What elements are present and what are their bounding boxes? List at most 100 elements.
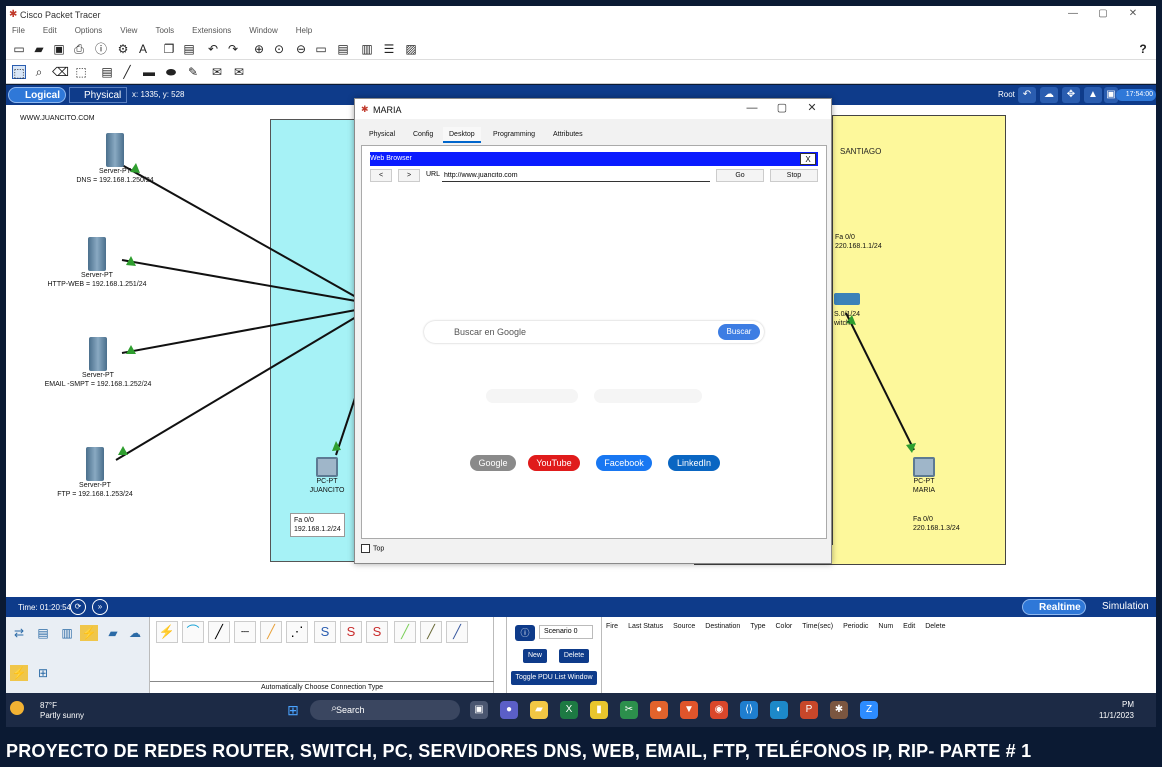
stop-button[interactable]: Stop	[770, 169, 818, 182]
move-icon[interactable]: ✥	[1062, 87, 1080, 103]
realtime-mode-button[interactable]: Realtime	[1022, 599, 1086, 615]
go-button[interactable]: Go	[716, 169, 764, 182]
connections-icon[interactable]: ⚡	[80, 625, 98, 641]
zoom-in-icon[interactable]: ⊕	[252, 42, 266, 56]
snipping-icon[interactable]: ✂	[620, 701, 638, 719]
server-ftp[interactable]: Server-PT FTP = 192.168.1.253/24	[40, 447, 150, 499]
tab-physical[interactable]: Physical	[363, 127, 401, 143]
tab-programming[interactable]: Programming	[487, 127, 541, 143]
google-link-button[interactable]: Google	[470, 455, 516, 471]
draw-rectangle-icon[interactable]: ▬	[142, 65, 156, 79]
activity-wizard-icon[interactable]: A	[136, 42, 150, 56]
auto-connection-icon[interactable]: ⚡	[156, 621, 178, 643]
minimize-icon[interactable]: —	[737, 102, 767, 114]
drawing-palette-icon[interactable]: ▭	[314, 42, 328, 56]
zoom-reset-icon[interactable]: ⊙	[272, 42, 286, 56]
coaxial-icon[interactable]: S	[314, 621, 336, 643]
iot-custom-cable-icon[interactable]: ╱	[420, 621, 442, 643]
menu-edit[interactable]: Edit	[43, 26, 57, 35]
inspect-icon[interactable]: ▥	[360, 42, 374, 56]
connection-subtype-icon[interactable]: ⚡	[10, 665, 28, 681]
simulation-mode-button[interactable]: Simulation	[1088, 599, 1154, 615]
freeform-icon[interactable]: ✎	[186, 65, 200, 79]
cluster-icon[interactable]: ☁	[1040, 87, 1058, 103]
select-icon[interactable]: ⬚	[12, 65, 26, 80]
misc-icon[interactable]: ▰	[104, 625, 122, 641]
physical-tab[interactable]: Physical	[69, 87, 127, 103]
web-browser-close-button[interactable]: X	[800, 153, 816, 165]
vscode-icon[interactable]: ⟨⟩	[740, 701, 758, 719]
grid-icon[interactable]: ⊞	[34, 665, 52, 681]
switch-icon[interactable]	[834, 293, 860, 305]
back-icon[interactable]: ↶	[1018, 87, 1036, 103]
menu-tools[interactable]: Tools	[155, 26, 174, 35]
console-cable-icon[interactable]: ⌒	[182, 621, 204, 643]
new-scenario-button[interactable]: New	[523, 649, 547, 663]
teams-icon[interactable]: ●	[500, 701, 518, 719]
menu-file[interactable]: File	[12, 26, 25, 35]
phone-cable-icon[interactable]: ⋰	[286, 621, 308, 643]
straight-through-icon[interactable]: ╱	[208, 621, 230, 643]
simple-pdu-icon[interactable]: ✉	[210, 65, 224, 79]
background-icon[interactable]: ▲	[1084, 87, 1102, 103]
firefox-icon[interactable]: ●	[650, 701, 668, 719]
powerpoint-icon[interactable]: P	[800, 701, 818, 719]
sticky-notes-icon[interactable]: ▮	[590, 701, 608, 719]
maximize-icon[interactable]: ▢	[767, 101, 797, 114]
inspect-magnifier-icon[interactable]: ⌕	[32, 65, 46, 79]
save-icon[interactable]: ▣	[52, 42, 66, 56]
packet-tracer-taskbar-icon[interactable]: ✱	[830, 701, 848, 719]
youtube-link-button[interactable]: YouTube	[528, 455, 580, 471]
weather-icon[interactable]	[10, 701, 24, 715]
complex-pdu-icon[interactable]: ✉	[232, 65, 246, 79]
forward-button[interactable]: >	[398, 169, 420, 182]
screenshot-icon[interactable]: ▨	[404, 42, 418, 56]
new-file-icon[interactable]: ▭	[12, 42, 26, 56]
menu-extensions[interactable]: Extensions	[192, 26, 231, 35]
paste-icon[interactable]: ▤	[182, 42, 196, 56]
menu-help[interactable]: Help	[296, 26, 312, 35]
serial-dce-icon[interactable]: S	[340, 621, 362, 643]
linkedin-link-button[interactable]: LinkedIn	[668, 455, 720, 471]
edge-icon[interactable]: ◐	[770, 701, 788, 719]
logical-tab[interactable]: Logical	[8, 87, 66, 103]
task-view-icon[interactable]: ▣	[470, 701, 488, 719]
multiuser-icon[interactable]: ☁	[126, 625, 144, 641]
network-devices-icon[interactable]: ⇄	[10, 625, 28, 641]
zoom-out-icon[interactable]: ⊖	[294, 42, 308, 56]
minimize-icon[interactable]: —	[1058, 8, 1088, 19]
server-dns[interactable]: Server-PT DNS = 192.168.1.250/24	[60, 133, 170, 185]
close-icon[interactable]: ✕	[797, 101, 827, 114]
facebook-link-button[interactable]: Facebook	[596, 455, 652, 471]
info-icon[interactable]: ⓘ	[94, 42, 108, 56]
juancito-ip-note[interactable]: Fa 0/0 192.168.1.2/24	[290, 513, 345, 537]
custom-device-icon[interactable]: ▤	[336, 42, 350, 56]
file-explorer-icon[interactable]: ▰	[530, 701, 548, 719]
serial-dte-icon[interactable]: S	[366, 621, 388, 643]
usb-cable-icon[interactable]: ╱	[446, 621, 468, 643]
info-icon[interactable]: ⓘ	[515, 625, 535, 641]
weather-widget[interactable]: 87°F Partly sunny	[40, 701, 84, 721]
windows-start-icon[interactable]: ⊞	[284, 701, 302, 719]
pc-maria[interactable]: PC-PT MARIA	[902, 457, 946, 495]
tab-config[interactable]: Config	[407, 127, 439, 143]
menu-options[interactable]: Options	[75, 26, 103, 35]
server-email[interactable]: Server-PT EMAIL -SMPT = 192.168.1.252/24	[36, 337, 160, 389]
top-checkbox-row[interactable]: Top	[361, 544, 384, 553]
draw-ellipse-icon[interactable]: ⬬	[164, 65, 178, 79]
crossover-icon[interactable]: ┈	[234, 621, 256, 643]
close-icon[interactable]: ✕	[1118, 8, 1148, 19]
scenario-select[interactable]: Scenario 0	[539, 625, 593, 639]
undo-icon[interactable]: ↶	[206, 42, 220, 56]
menu-view[interactable]: View	[120, 26, 137, 35]
redo-icon[interactable]: ↷	[226, 42, 240, 56]
router-ip-note[interactable]: Fa 0/0 220.168.1.1/24	[832, 231, 885, 253]
chrome-icon[interactable]: ◉	[710, 701, 728, 719]
delete-icon[interactable]: ⌫	[52, 65, 69, 79]
menu-window[interactable]: Window	[249, 26, 277, 35]
maximize-icon[interactable]: ▢	[1088, 8, 1118, 19]
tab-desktop[interactable]: Desktop	[443, 127, 481, 143]
google-search-box[interactable]: Buscar en Google Buscar	[424, 321, 764, 343]
help-icon[interactable]: ?	[1136, 42, 1150, 56]
delete-scenario-button[interactable]: Delete	[559, 649, 589, 663]
